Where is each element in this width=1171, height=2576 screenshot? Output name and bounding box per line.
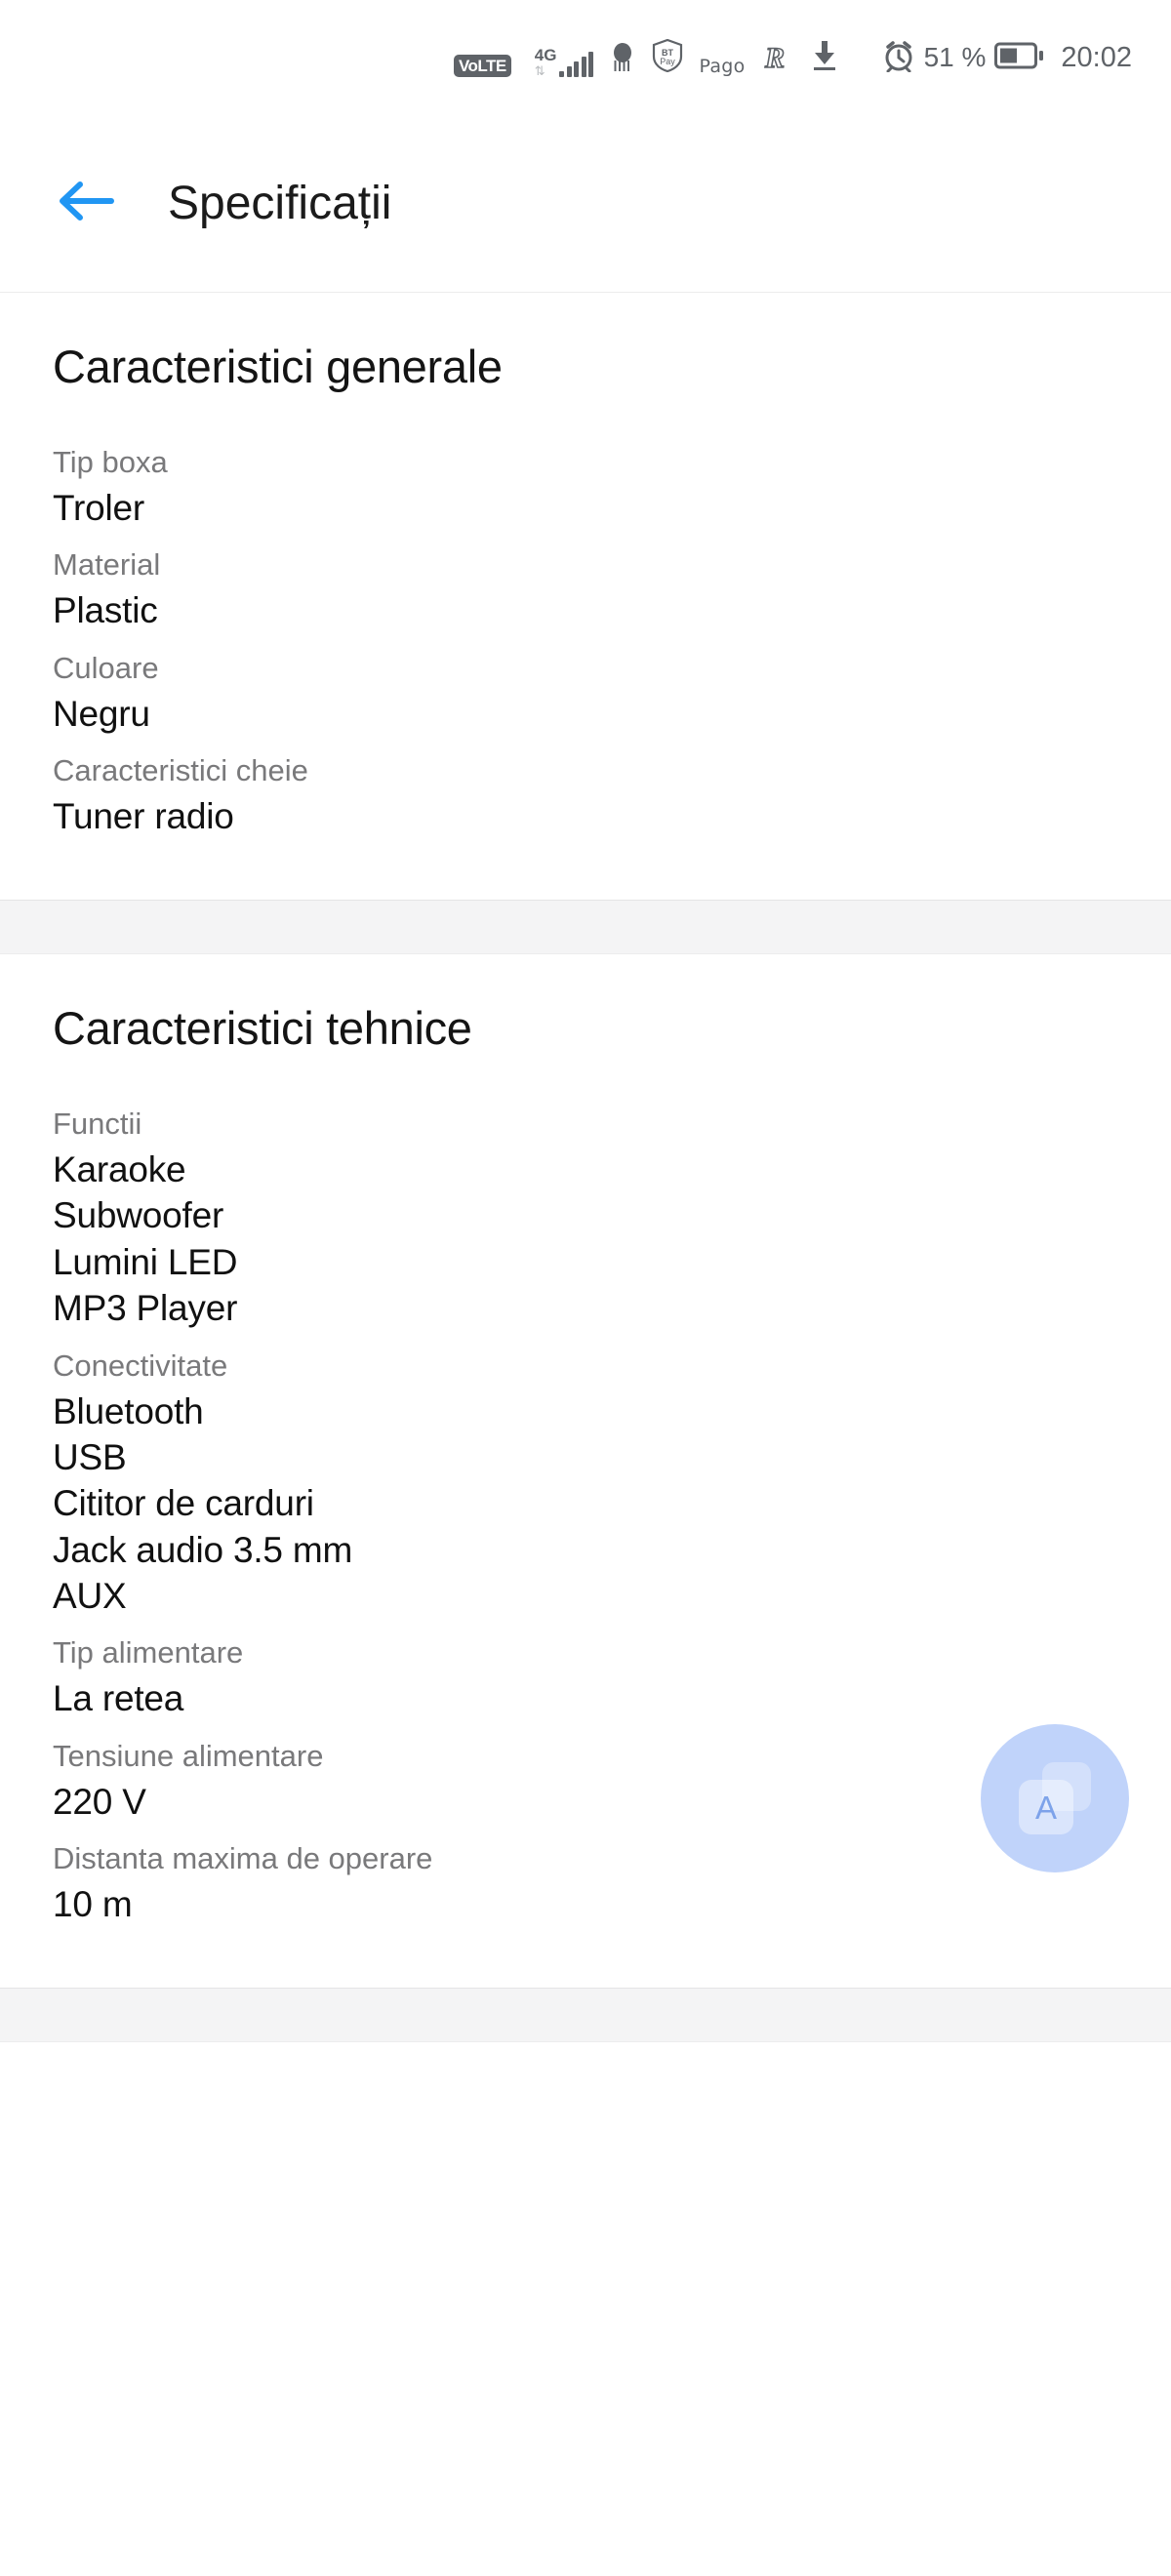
- spec-group: Tensiune alimentare 220 V: [53, 1726, 1118, 1829]
- spec-value: 220 V: [53, 1781, 146, 1822]
- revolut-icon: R: [763, 41, 788, 77]
- svg-text:R: R: [764, 42, 785, 72]
- network-type-label: 4G ⇅: [534, 45, 557, 78]
- alarm-icon: [882, 39, 915, 77]
- spec-value: Cititor de carduri: [53, 1483, 314, 1524]
- battery-icon: [994, 41, 1044, 75]
- microphone-icon: [611, 42, 634, 77]
- spec-value: MP3 Player: [53, 1288, 238, 1329]
- section-general: Caracteristici generale Tip boxa Troler …: [0, 293, 1171, 901]
- battery-percent-label: 51 %: [923, 42, 987, 72]
- spec-value: La retea: [53, 1678, 184, 1719]
- btpay-icon: BT Pay: [652, 38, 683, 77]
- section-title: Caracteristici generale: [53, 341, 503, 392]
- spec-label: Material: [53, 547, 161, 583]
- assistant-overlay-button[interactable]: A: [981, 1724, 1129, 1872]
- phone-screen: VoLTE 4G ⇅ BT Pay Pago R 51 % 20:02 Spec…: [0, 0, 1171, 2576]
- spec-label: Tensiune alimentare: [53, 1738, 324, 1773]
- spec-value: USB: [53, 1436, 127, 1477]
- section-title: Caracteristici tehnice: [53, 1002, 472, 1055]
- status-bar-left-icons: VoLTE 4G ⇅ BT Pay Pago R: [453, 38, 839, 77]
- clock-label: 20:02: [1061, 41, 1132, 73]
- download-icon: [810, 39, 839, 77]
- spec-value: Subwoofer: [53, 1195, 224, 1236]
- spec-value: Plastic: [53, 590, 158, 631]
- section-divider-band: [0, 1988, 1171, 2043]
- spec-group: Tip alimentare La retea: [53, 1623, 1118, 1725]
- signal-bars-icon: 4G ⇅: [535, 47, 594, 77]
- spec-label: Tip alimentare: [53, 1635, 244, 1670]
- pago-icon: Pago: [699, 55, 746, 77]
- spec-group: Distanta maxima de operare 10 m: [53, 1829, 1118, 1931]
- spec-value: Lumini LED: [53, 1241, 238, 1282]
- spec-label: Tip boxa: [53, 445, 168, 479]
- signal-strength-bars: [559, 51, 594, 77]
- volte-icon: VoLTE: [453, 54, 511, 77]
- spec-group: Conectivitate Bluetooth USB Cititor de c…: [53, 1336, 1118, 1624]
- spec-group: Functii Karaoke Subwoofer Lumini LED MP3…: [53, 1094, 1118, 1335]
- arrow-left-icon: [55, 175, 117, 232]
- status-bar: VoLTE 4G ⇅ BT Pay Pago R 51 % 20:02: [0, 0, 1171, 115]
- spec-value: Bluetooth: [53, 1390, 204, 1431]
- svg-text:Pay: Pay: [661, 57, 676, 66]
- spec-value: AUX: [53, 1575, 127, 1616]
- app-bar: Specificații: [0, 115, 1171, 293]
- assistant-icon: A: [1019, 1762, 1091, 1834]
- spec-label: Caracteristici cheie: [53, 752, 308, 787]
- back-button[interactable]: [27, 145, 144, 262]
- spec-value: 10 m: [53, 1883, 133, 1924]
- spec-label: Functii: [53, 1107, 142, 1142]
- spec-group: Tip boxa Troler: [53, 432, 1118, 535]
- spec-label: Conectivitate: [53, 1348, 228, 1383]
- spec-group: Material Plastic: [53, 535, 1118, 637]
- spec-value: Karaoke: [53, 1149, 186, 1190]
- section-bottom-spacer: [53, 843, 1118, 900]
- section-bottom-spacer: [53, 1931, 1118, 1988]
- spec-value: Tuner radio: [53, 795, 234, 836]
- spec-label: Distanta maxima de operare: [53, 1840, 433, 1875]
- spec-value: Negru: [53, 693, 150, 734]
- spec-label: Culoare: [53, 650, 159, 685]
- assistant-icon-letter: A: [1019, 1780, 1073, 1834]
- status-bar-right-icons: 51 % 20:02: [882, 39, 1132, 77]
- spec-group: Caracteristici cheie Tuner radio: [53, 741, 1118, 843]
- data-arrows-icon: ⇅: [534, 62, 545, 78]
- spec-value: Troler: [53, 487, 145, 528]
- spec-value: Jack audio 3.5 mm: [53, 1529, 353, 1570]
- page-title: Specificații: [168, 178, 392, 229]
- section-divider-band: [0, 900, 1171, 955]
- spec-group: Culoare Negru: [53, 638, 1118, 741]
